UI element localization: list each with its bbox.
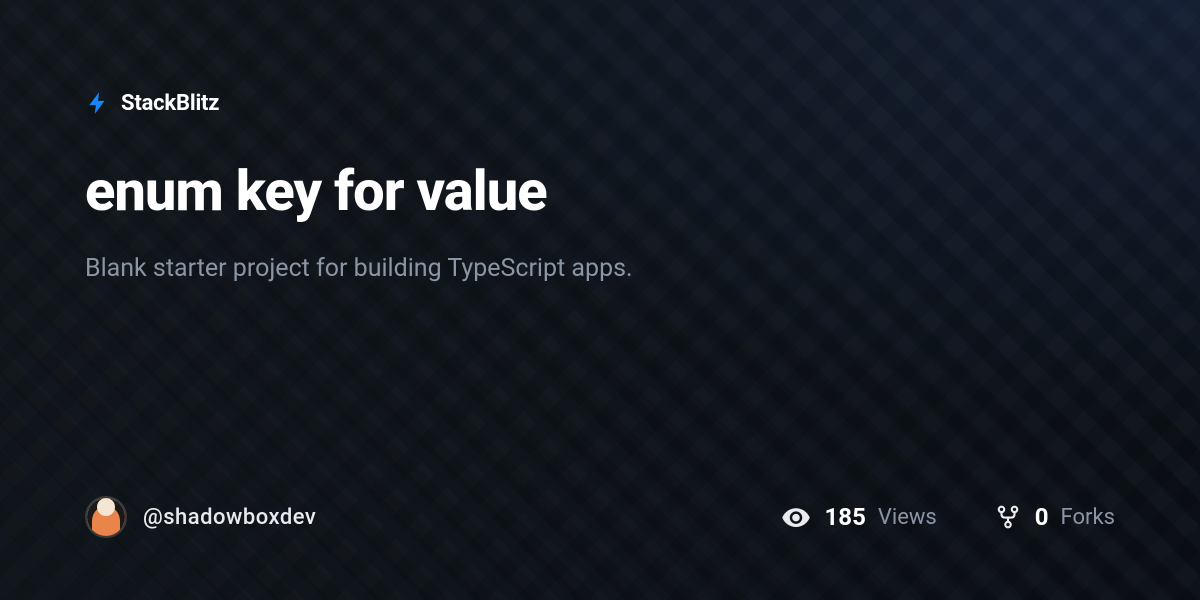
views-stat: 185 Views: [781, 502, 937, 532]
avatar: [85, 496, 127, 538]
author-block[interactable]: @shadowboxdev: [85, 496, 316, 538]
fork-icon: [995, 504, 1021, 530]
author-username: @shadowboxdev: [143, 505, 316, 530]
eye-icon: [781, 502, 811, 532]
brand-row: StackBlitz: [85, 90, 1115, 116]
project-description: Blank starter project for building TypeS…: [85, 251, 1115, 286]
bolt-icon: [85, 90, 111, 116]
brand-name: StackBlitz: [121, 91, 219, 116]
project-title: enum key for value: [85, 161, 1115, 223]
stats-row: 185 Views 0 Forks: [781, 502, 1115, 532]
forks-count: 0: [1035, 503, 1049, 531]
views-count: 185: [825, 503, 866, 531]
card-content: StackBlitz enum key for value Blank star…: [0, 0, 1200, 600]
views-label: Views: [878, 505, 937, 530]
footer-row: @shadowboxdev 185 Views: [85, 496, 1115, 600]
forks-label: Forks: [1061, 505, 1115, 530]
forks-stat: 0 Forks: [995, 503, 1115, 531]
